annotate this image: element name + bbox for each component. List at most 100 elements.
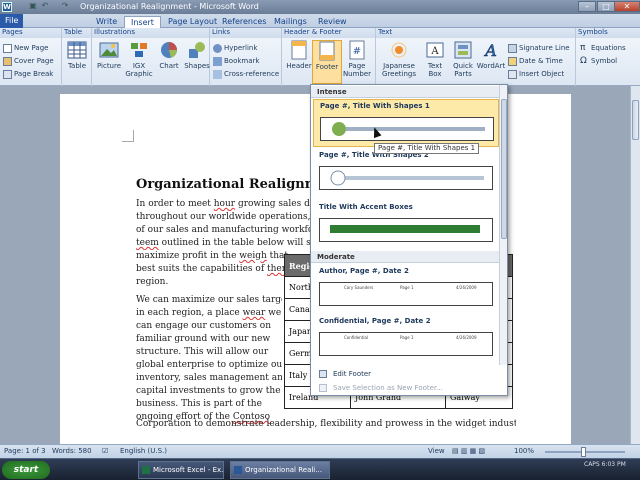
group-table: Table Table [62,28,92,86]
word-app-icon[interactable]: W [2,2,12,12]
paragraph-line: in each region, a place wear we [136,307,282,320]
zoom-slider-knob[interactable] [581,447,586,457]
footer-option-author-date[interactable]: Author, Page #, Date 2 Cory Saunders Pag… [313,265,499,313]
quick-parts-icon [454,41,472,59]
hyperlink-label: Hyperlink [224,44,258,52]
vertical-scrollbar[interactable] [630,86,640,444]
page-count-status[interactable]: Page: 1 of 3 [4,447,46,455]
wordart-button[interactable]: A WordArt [476,40,506,84]
cross-reference-button[interactable]: Cross-reference [213,68,279,80]
insert-object-button[interactable]: Insert Object [508,68,564,80]
redo-icon[interactable]: ↷ [60,1,70,11]
new-page-button[interactable]: New Page [3,42,48,54]
paragraph-line: throughout our worldwide operations, Con… [136,211,312,224]
word-count-status[interactable]: Words: 580 [52,447,92,455]
language-status[interactable]: English (U.S.) [120,447,167,455]
view-label[interactable]: View [428,447,445,455]
group-label-symbols: Symbols [576,28,640,38]
zoom-slider[interactable] [545,447,625,457]
text-run: we [265,308,282,318]
chart-button[interactable]: Chart [154,40,184,84]
igx-graphic-button[interactable]: IGX Graphic [124,40,154,84]
footer-option-label: Title With Accent Boxes [319,203,413,211]
footer-icon [319,41,335,61]
text-box-button[interactable]: A Text Box [420,40,450,84]
bookmark-button[interactable]: Bookmark [213,55,259,67]
footer-option-title-shapes-1[interactable]: Page #, Title With Shapes 1 [313,99,499,147]
table-button[interactable]: Table [62,40,92,84]
page-number-button[interactable]: # Page Number [342,40,372,84]
footer-option-confidential[interactable]: Confidential, Page #, Date 2 Confidentia… [313,315,499,363]
system-tray[interactable]: CAPS 6:03 PM [584,461,638,479]
status-bar: Page: 1 of 3 Words: 580 ☑ English (U.S.)… [0,444,640,458]
minimize-button[interactable]: – [578,1,596,12]
word-icon [234,466,242,474]
close-button[interactable]: ✕ [614,1,640,12]
paragraph-line: capital investments to grow the [136,385,282,398]
taskbar-word[interactable]: Organizational Reali... [230,461,330,479]
footer-option-title-shapes-2[interactable]: Page #, Title With Shapes 2 [313,149,499,197]
preview-page: Page 1 [400,285,414,290]
text-run: in each region, a place [136,308,243,318]
page-break-button[interactable]: Page Break [3,68,53,80]
scrollbar-thumb[interactable] [632,100,639,140]
shapes-icon [189,42,205,58]
gallery-scrollbar[interactable] [499,85,507,365]
footer-option-accent-boxes[interactable]: Title With Accent Boxes [313,201,499,249]
gallery-scroll-thumb[interactable] [501,99,507,239]
equations-button[interactable]: π Equations [580,42,626,54]
signature-line-label: Signature Line [519,44,570,52]
tab-write[interactable]: Write [90,16,123,28]
edit-footer-menu-item[interactable]: Edit Footer [311,367,507,381]
text-run: can engage our customers on [136,321,271,331]
paragraph-line: structure. This will allow our [136,346,282,359]
misspelled-word[interactable]: hour [214,199,235,209]
date-time-button[interactable]: Date & Time [508,55,563,67]
tab-mailings[interactable]: Mailings [268,16,313,28]
symbol-button[interactable]: Ω Symbol [580,55,617,67]
paragraph-line: business. This is part of the [136,398,282,411]
igx-label: IGX [132,62,146,70]
omega-icon: Ω [580,55,587,66]
page-break-label: Page Break [14,70,54,78]
japanese-greetings-button[interactable]: Japanese Greetings [380,40,418,84]
misspelled-word[interactable]: wear [243,308,266,318]
picture-button[interactable]: Picture [94,40,124,84]
shapes-button[interactable]: Shapes [182,40,212,84]
paragraph-line: of our sales and manufacturing workforce… [136,224,312,237]
misspelled-word[interactable]: teem [136,238,159,248]
maximize-button[interactable]: □ [597,1,615,12]
text-run: capital investments to grow the [136,386,281,396]
tab-insert[interactable]: Insert [124,16,161,28]
header-button[interactable]: Header [284,40,314,84]
wordart-icon: A [483,41,497,60]
cover-page-icon [3,56,12,66]
zoom-level[interactable]: 100% [514,447,534,455]
footer-preview [319,218,493,242]
view-buttons[interactable]: ▤ ▥ ▦ ▧ [452,447,485,455]
title-bar: W ▣ ↶ ↷ Organizational Realignment - Mic… [0,0,640,14]
quick-parts-button[interactable]: Quick Parts [448,40,478,84]
shapes-footer-preview-2 [330,170,484,186]
footer-button[interactable]: Footer [312,40,342,84]
gallery-section-intense: Intense [311,86,499,98]
start-button[interactable]: start [2,461,50,479]
footer-gallery: Intense Page #, Title With Shapes 1 Page… [310,84,508,396]
tab-review[interactable]: Review [312,16,353,28]
cover-page-button[interactable]: Cover Page [3,55,54,67]
proofing-icon[interactable]: ☑ [102,447,108,455]
group-header-footer: Header & Footer Header Footer # Page Numb… [282,28,376,86]
tab-file[interactable]: File [0,14,24,28]
undo-icon[interactable]: ↶ [40,1,50,11]
misspelled-word[interactable]: weigh [239,251,266,261]
tab-page-layout[interactable]: Page Layout [162,16,223,28]
taskbar-excel[interactable]: Microsoft Excel - Ex... [138,461,224,479]
preview-date: 4/26/2009 [456,285,477,290]
save-icon[interactable]: ▣ [28,1,38,11]
hyperlink-button[interactable]: Hyperlink [213,42,257,54]
group-label-links: Links [210,28,281,38]
tab-references[interactable]: References [216,16,272,28]
page-break-icon [3,69,12,79]
table-label: Table [67,62,87,70]
signature-line-button[interactable]: Signature Line [508,42,570,54]
